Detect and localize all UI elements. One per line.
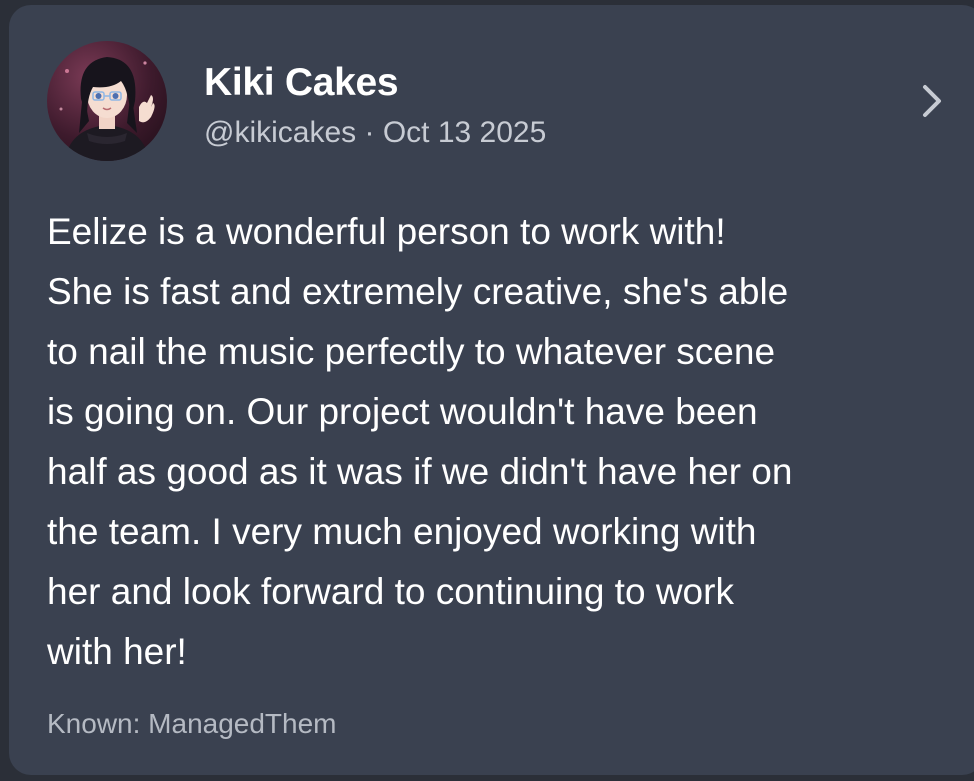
meta-separator: ·: [356, 116, 383, 149]
author-handle[interactable]: @kikicakes: [204, 116, 356, 149]
testimonial-line: her and look forward to continuing to wo…: [47, 571, 734, 612]
testimonial-line: is going on. Our project wouldn't have b…: [47, 391, 758, 432]
testimonial-line: with her!: [47, 631, 187, 672]
avatar[interactable]: [47, 41, 167, 161]
chevron-right-icon[interactable]: [917, 83, 947, 119]
post-meta: @kikicakes · Oct 13 2025: [204, 116, 546, 150]
author-name[interactable]: Kiki Cakes: [204, 61, 399, 105]
testimonial-line: half as good as it was if we didn't have…: [47, 451, 793, 492]
testimonial-line: the team. I very much enjoyed working wi…: [47, 511, 757, 552]
testimonial-text: Eelize is a wonderful person to work wit…: [47, 202, 952, 682]
known-relation: Known: ManagedThem: [47, 708, 337, 739]
testimonial-card: Kiki Cakes @kikicakes · Oct 13 2025 Eeli…: [9, 5, 974, 775]
testimonial-line: to nail the music perfectly to whatever …: [47, 331, 776, 372]
testimonial-line: She is fast and extremely creative, she'…: [47, 271, 789, 312]
anime-girl-avatar-icon: [59, 57, 155, 161]
post-date: Oct 13 2025: [382, 116, 547, 149]
testimonial-line: Eelize is a wonderful person to work wit…: [47, 211, 726, 252]
